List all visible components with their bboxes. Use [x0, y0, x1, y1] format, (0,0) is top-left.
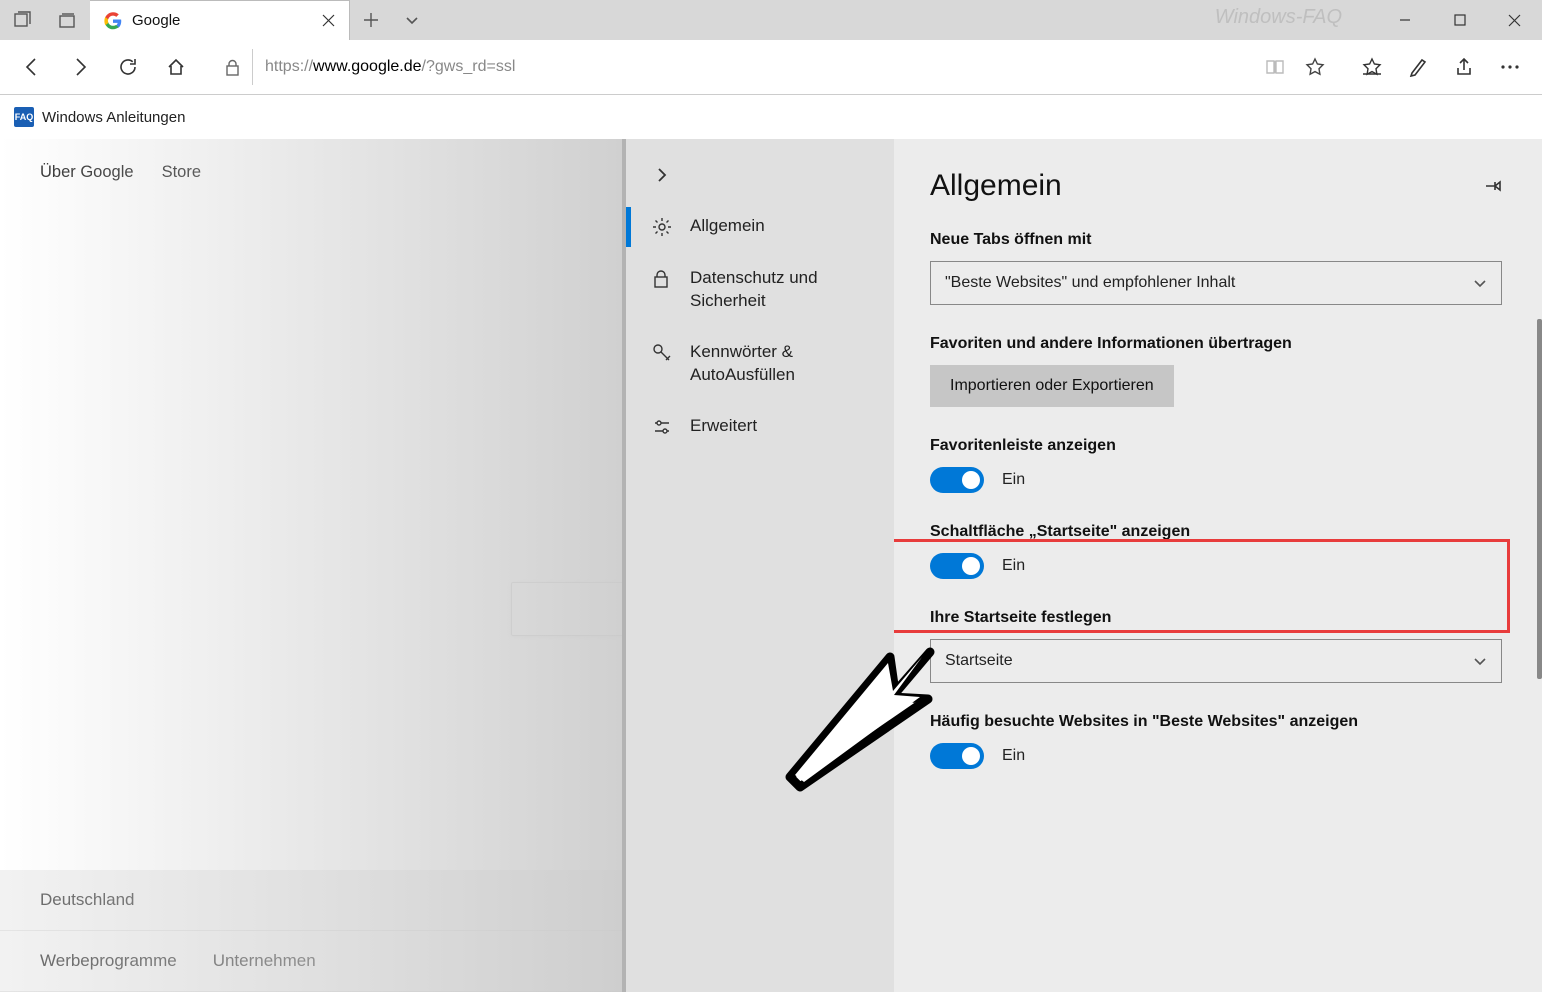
tab-title: Google [132, 12, 180, 29]
home-button-toggle[interactable] [930, 553, 984, 579]
notes-icon[interactable] [1396, 45, 1440, 89]
group-fav-bar: Favoritenleiste anzeigen Ein [930, 437, 1502, 493]
url-text: https://www.google.de/?gws_rd=ssl [253, 58, 1255, 76]
select-value: Startseite [945, 652, 1013, 670]
new-tabs-select[interactable]: "Beste Websites" und empfohlener Inhalt [930, 261, 1502, 305]
browser-tab[interactable]: Google [90, 0, 350, 40]
reading-view-icon[interactable] [1255, 59, 1295, 75]
chevron-down-icon [1473, 276, 1487, 290]
toggle-state: Ein [1002, 471, 1025, 489]
content-area: Über Google Store Go Google-Su Deutschla… [0, 139, 1542, 992]
window-controls [1377, 0, 1542, 40]
home-button[interactable] [154, 45, 198, 89]
section-label: Ihre Startseite festlegen [930, 609, 1502, 627]
favorites-bar-toggle[interactable] [930, 467, 984, 493]
select-value: "Beste Websites" und empfohlener Inhalt [945, 274, 1235, 292]
group-import: Favoriten und andere Informationen übert… [930, 335, 1502, 407]
section-label: Schaltfläche „Startseite" anzeigen [930, 523, 1502, 541]
footer-link[interactable]: Unternehmen [213, 951, 316, 971]
section-label: Häufig besuchte Websites in "Beste Websi… [930, 713, 1502, 731]
about-link[interactable]: Über Google [40, 163, 134, 182]
favorite-link[interactable]: FAQ Windows Anleitungen [14, 107, 185, 127]
key-icon [652, 343, 674, 365]
new-tab-button[interactable] [350, 12, 392, 28]
gear-icon [652, 217, 674, 239]
nav-privacy[interactable]: Datenschutz und Sicherheit [626, 253, 894, 327]
nav-label: Datenschutz und Sicherheit [690, 267, 868, 313]
section-label: Neue Tabs öffnen mit [930, 231, 1502, 249]
nav-label: Allgemein [690, 215, 765, 238]
favorite-label: Windows Anleitungen [42, 109, 185, 126]
nav-passwords[interactable]: Kennwörter & AutoAusfüllen [626, 327, 894, 401]
nav-advanced[interactable]: Erweitert [626, 401, 894, 453]
tabs-aside-icon[interactable] [0, 0, 45, 40]
section-label: Favoriten und andere Informationen übert… [930, 335, 1502, 353]
toggle-state: Ein [1002, 557, 1025, 575]
nav-general[interactable]: Allgemein [626, 201, 894, 253]
group-set-home: Ihre Startseite festlegen Startseite [930, 609, 1502, 683]
titlebar: Google Windows-FAQ [0, 0, 1542, 40]
chevron-down-icon [1473, 654, 1487, 668]
lock-icon[interactable] [213, 49, 253, 85]
cursor-annotation [770, 627, 940, 797]
settings-nav: Allgemein Datenschutz und Sicherheit Ken… [626, 139, 894, 992]
settings-body: Allgemein Neue Tabs öffnen mit "Beste We… [894, 139, 1542, 992]
close-button[interactable] [1487, 0, 1542, 40]
maximize-button[interactable] [1432, 0, 1487, 40]
toggle-state: Ein [1002, 747, 1025, 765]
watermark: Windows-FAQ [1215, 6, 1342, 29]
footer-link[interactable]: Werbeprogramme [40, 951, 177, 971]
group-home-button: Schaltfläche „Startseite" anzeigen Ein [930, 523, 1502, 579]
menu-icon[interactable] [1488, 45, 1532, 89]
favorites-icon[interactable] [1350, 45, 1394, 89]
lock-icon [652, 269, 674, 291]
settings-title: Allgemein [930, 169, 1062, 203]
tab-preview-icon[interactable] [45, 0, 90, 40]
favorites-bar: FAQ Windows Anleitungen [0, 95, 1542, 139]
group-frequent: Häufig besuchte Websites in "Beste Websi… [930, 713, 1502, 769]
group-new-tabs: Neue Tabs öffnen mit "Beste Websites" un… [930, 231, 1502, 305]
favorite-favicon: FAQ [14, 107, 34, 127]
sliders-icon [652, 417, 674, 439]
import-export-button[interactable]: Importieren oder Exportieren [930, 365, 1174, 407]
nav-toolbar: https://www.google.de/?gws_rd=ssl [0, 40, 1542, 95]
settings-back-icon[interactable] [626, 159, 894, 201]
close-tab-icon[interactable] [322, 14, 335, 27]
settings-panel: Allgemein Datenschutz und Sicherheit Ken… [622, 139, 1542, 992]
country-label: Deutschland [40, 890, 135, 910]
store-link[interactable]: Store [162, 163, 201, 182]
nav-label: Kennwörter & AutoAusfüllen [690, 341, 868, 387]
google-favicon [104, 12, 122, 30]
favorite-star-icon[interactable] [1295, 57, 1335, 77]
share-icon[interactable] [1442, 45, 1486, 89]
refresh-button[interactable] [106, 45, 150, 89]
minimize-button[interactable] [1377, 0, 1432, 40]
address-bar[interactable]: https://www.google.de/?gws_rd=ssl [212, 48, 1336, 86]
pin-icon[interactable] [1484, 177, 1502, 195]
forward-button[interactable] [58, 45, 102, 89]
scrollbar[interactable] [1537, 319, 1542, 679]
section-label: Favoritenleiste anzeigen [930, 437, 1502, 455]
tab-menu-icon[interactable] [392, 13, 432, 27]
nav-label: Erweitert [690, 415, 757, 438]
back-button[interactable] [10, 45, 54, 89]
set-home-select[interactable]: Startseite [930, 639, 1502, 683]
